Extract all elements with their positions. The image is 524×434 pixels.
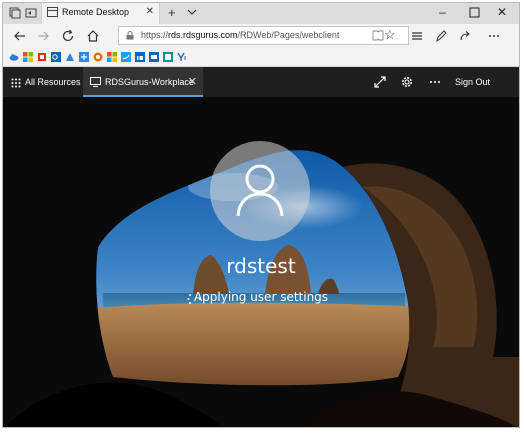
monitor-icon: [90, 77, 101, 87]
tab-preview-icon[interactable]: [8, 6, 22, 20]
address-toolbar: https://rds.rdsgurus.com/RDWeb/Pages/web…: [3, 24, 519, 48]
favorite-yammer-icon[interactable]: [177, 52, 187, 62]
grid-icon: [11, 78, 21, 88]
favorite-star-icon[interactable]: ☆: [384, 27, 396, 43]
user-avatar: [210, 141, 310, 241]
chevron-down-icon[interactable]: [186, 5, 198, 19]
favorite-office-icon[interactable]: [37, 52, 47, 62]
url-path: /RDWeb/Pages/webclient: [237, 30, 340, 40]
home-icon[interactable]: [85, 28, 101, 44]
url-text: https://rds.rdsgurus.com/RDWeb/Pages/web…: [141, 30, 339, 40]
forward-arrow-icon[interactable]: [35, 28, 51, 44]
browser-tab-remote-desktop[interactable]: Remote Desktop ✕: [41, 3, 160, 24]
close-session-icon[interactable]: ✕: [188, 75, 197, 88]
share-icon[interactable]: [458, 29, 472, 43]
new-tab-button[interactable]: +: [168, 5, 176, 20]
url-domain: rds.rdsgurus.com: [168, 30, 238, 40]
favorite-outlook-web-icon[interactable]: [149, 52, 159, 62]
favorite-sway-icon[interactable]: [163, 52, 173, 62]
favorite-twitter-icon[interactable]: [121, 52, 131, 62]
rdweb-header: All Resources RDSGurus-Workplace ✕ Sign …: [3, 67, 519, 97]
back-arrow-icon[interactable]: [12, 28, 28, 44]
remote-session-canvas[interactable]: rdstest Applying user settings: [3, 97, 519, 427]
more-options-icon[interactable]: [428, 75, 442, 89]
more-ellipsis-icon[interactable]: [487, 29, 501, 43]
favorite-azure-icon[interactable]: [65, 52, 75, 62]
user-name: rdstest: [226, 254, 296, 278]
url-scheme: https://: [141, 30, 169, 40]
address-bar[interactable]: https://rds.rdsgurus.com/RDWeb/Pages/web…: [118, 26, 409, 45]
refresh-icon[interactable]: [60, 28, 76, 44]
minimize-button[interactable]: –: [439, 5, 446, 19]
browser-titlebar: Remote Desktop ✕ + – ✕: [3, 3, 519, 24]
favorite-windows-icon[interactable]: [23, 52, 33, 62]
all-resources-label: All Resources: [25, 77, 81, 87]
browser-window: Remote Desktop ✕ + – ✕ https://rds.rdsgu…: [2, 2, 520, 428]
close-icon[interactable]: ✕: [146, 6, 154, 17]
status-message: Applying user settings: [193, 290, 329, 304]
close-window-button[interactable]: ✕: [497, 5, 507, 19]
favorites-bar: [3, 48, 519, 67]
favorites-hub-icon[interactable]: [410, 29, 424, 43]
all-resources-button[interactable]: All Resources: [3, 67, 81, 97]
maximize-button[interactable]: [469, 7, 480, 18]
favorite-linkedin-icon[interactable]: [135, 52, 145, 62]
favorite-partner-icon[interactable]: [93, 52, 103, 62]
sign-out-button[interactable]: Sign Out: [455, 77, 490, 87]
reading-view-icon[interactable]: [372, 30, 384, 41]
remote-desktop-favicon: [47, 7, 58, 17]
user-silhouette-icon: [236, 164, 284, 217]
favorite-portal-icon[interactable]: [79, 52, 89, 62]
lock-icon: [126, 31, 134, 40]
favorite-microsoft-icon[interactable]: [107, 52, 117, 62]
web-note-pen-icon[interactable]: [434, 29, 448, 43]
favorite-cloud-icon[interactable]: [9, 52, 19, 62]
favorite-outlook-icon[interactable]: [51, 52, 61, 62]
tab-title: Remote Desktop: [62, 7, 130, 17]
settings-gear-icon[interactable]: [400, 75, 414, 89]
expand-fullscreen-icon[interactable]: [373, 75, 387, 89]
session-tab-label: RDSGurus-Workplace: [105, 77, 194, 87]
session-tab[interactable]: RDSGurus-Workplace ✕: [83, 67, 203, 97]
set-aside-tabs-icon[interactable]: [24, 6, 38, 20]
